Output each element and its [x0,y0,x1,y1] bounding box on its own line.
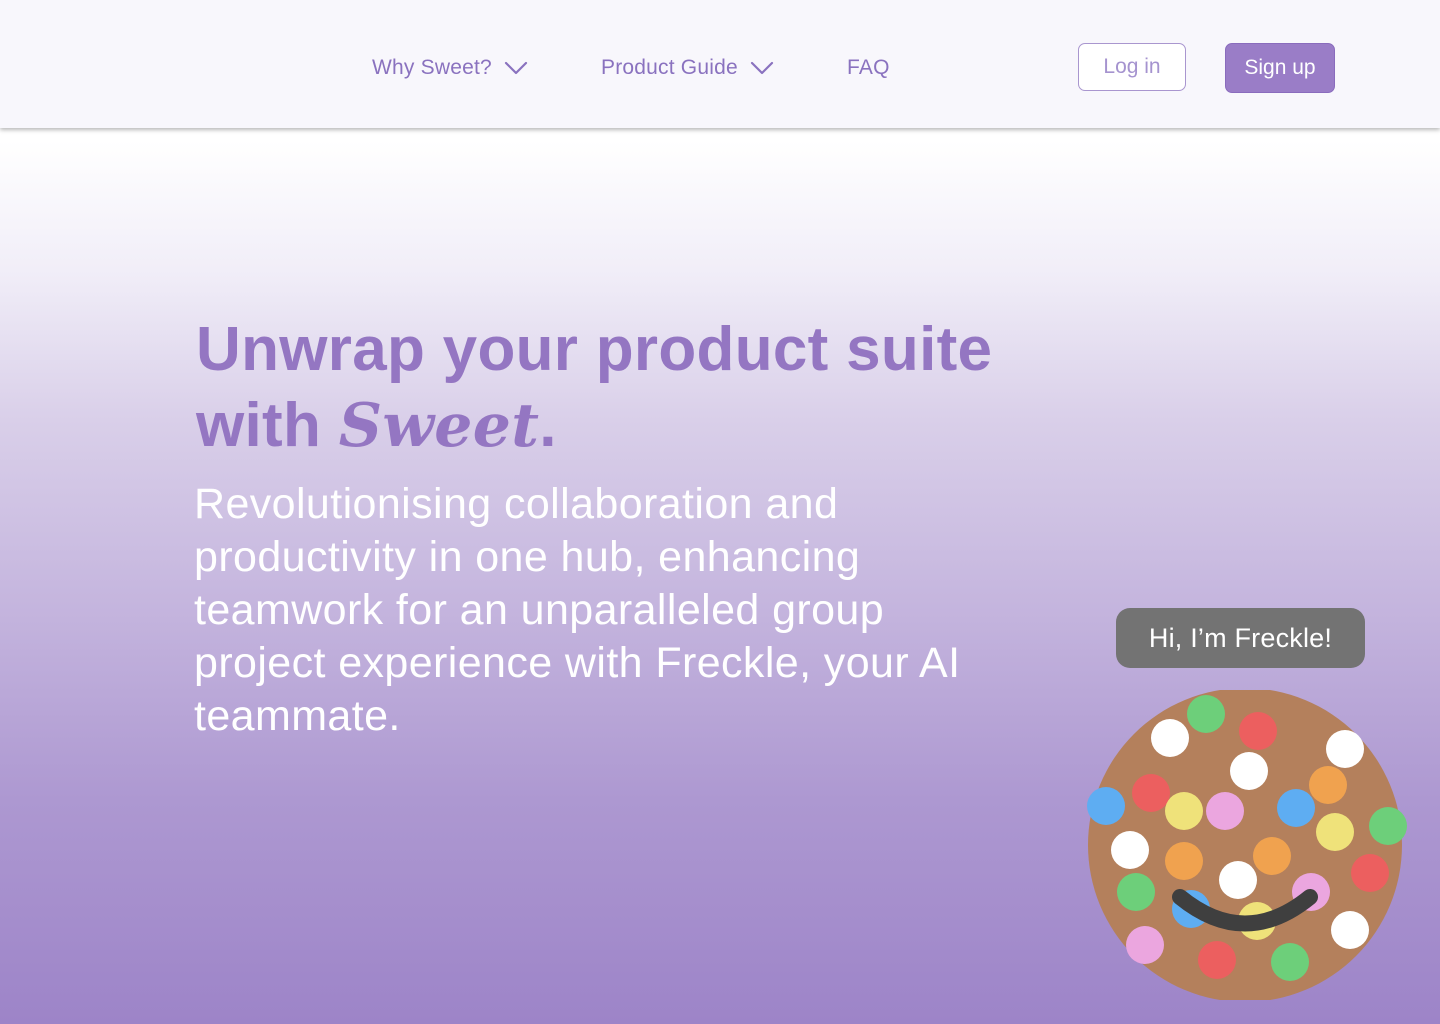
mascot-speech-bubble: Hi, I’m Freckle! [1116,608,1365,668]
chevron-down-icon [750,61,773,75]
nav-product-guide-label: Product Guide [601,56,738,79]
chevron-down-icon [504,61,527,75]
hero-title-period: . [539,391,557,460]
hero-title-line1: Unwrap your product suite [196,315,993,384]
login-button[interactable]: Log in [1078,43,1186,91]
nav-faq-label: FAQ [847,56,890,79]
hero-title-with: with [196,391,339,460]
nav-why-sweet-label: Why Sweet? [372,56,492,79]
hero-title-brand: Sweet [338,391,540,461]
top-nav-bar: Why Sweet? Product Guide FAQ Log in Sign… [0,0,1440,128]
hero-title: Unwrap your product suite with Sweet. [196,312,1076,464]
hero-subtitle: Revolutionising collaboration and produc… [194,480,961,740]
nav-why-sweet[interactable]: Why Sweet? [372,50,528,86]
signup-button[interactable]: Sign up [1225,43,1335,93]
nav-product-guide[interactable]: Product Guide [601,50,774,86]
nav-faq[interactable]: FAQ [847,50,890,86]
cookie-mascot-icon[interactable] [1080,690,1420,1000]
